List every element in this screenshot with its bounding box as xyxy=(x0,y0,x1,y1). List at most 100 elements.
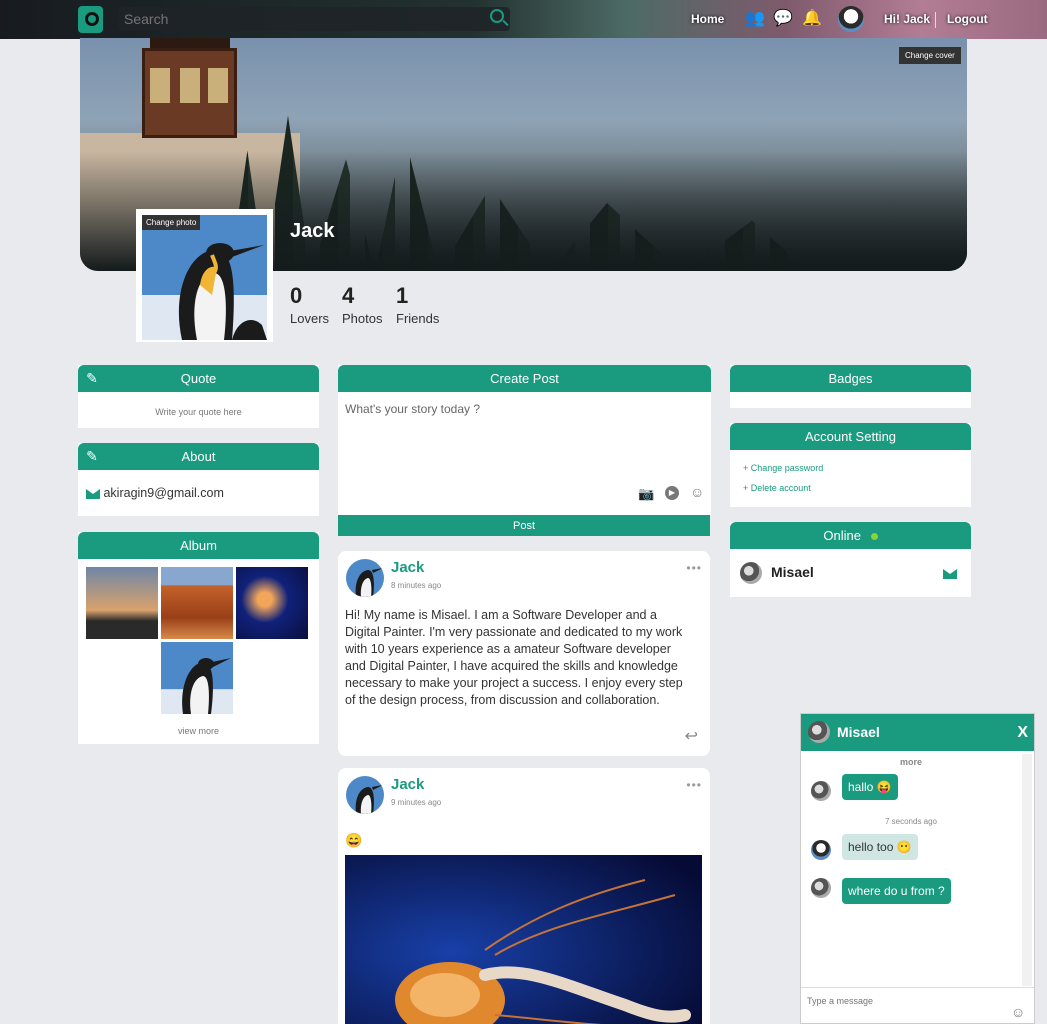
stat-number: 4 xyxy=(342,283,355,308)
album-view-more-link[interactable]: view more xyxy=(78,726,319,736)
chat-message-text: hello too xyxy=(848,840,894,854)
chat-window: Misael X more hallo 😝 7 seconds ago hell… xyxy=(800,713,1035,1024)
post-author-name[interactable]: Jack xyxy=(391,559,424,576)
edit-pencil-icon[interactable]: ✎ xyxy=(85,449,99,463)
chat-message-bubble: where do u from ? xyxy=(842,878,951,904)
video-play-icon[interactable]: ▶ xyxy=(665,486,679,500)
post-card: Jack 8 minutes ago ••• Hi! My name is Mi… xyxy=(338,551,710,756)
friends-icon[interactable]: 👥 xyxy=(745,10,765,28)
album-thumb-sunset[interactable] xyxy=(86,567,158,639)
online-title: Online xyxy=(823,528,861,543)
chat-message-emoji: 😝 xyxy=(876,780,892,794)
stat-number: 1 xyxy=(396,283,409,308)
chat-header: Misael X xyxy=(801,714,1034,751)
quote-placeholder[interactable]: Write your quote here xyxy=(78,407,319,417)
app-logo[interactable] xyxy=(78,6,103,33)
account-setting-title: Account Setting xyxy=(804,429,897,444)
quote-title: Quote xyxy=(180,371,217,386)
mail-icon[interactable] xyxy=(943,569,957,579)
album-title: Album xyxy=(180,538,217,553)
delete-account-link[interactable]: + Delete account xyxy=(743,483,811,493)
chat-emoji-icon[interactable]: ☺ xyxy=(1011,1004,1025,1020)
album-thumb-jellyfish[interactable] xyxy=(236,567,308,639)
quote-card: ✎ Quote Write your quote here xyxy=(78,365,319,428)
chat-more-link[interactable]: more xyxy=(801,757,1021,767)
chat-message-bubble: hello too 😶 xyxy=(842,834,918,860)
album-header: Album xyxy=(78,532,319,559)
nav-divider xyxy=(935,12,936,28)
chat-scrollbar[interactable] xyxy=(1022,754,1032,986)
chat-message-text: where do u from ? xyxy=(848,884,945,898)
stat-friends[interactable]: 1 Friends xyxy=(396,283,439,326)
post-timestamp: 8 minutes ago xyxy=(391,581,442,590)
chat-message-avatar xyxy=(811,878,831,898)
create-post-title: Create Post xyxy=(490,371,559,386)
post-author-avatar[interactable] xyxy=(346,559,384,597)
about-email: akiragin9@gmail.com xyxy=(103,486,224,500)
album-thumb-canyon[interactable] xyxy=(161,567,233,639)
search-input[interactable] xyxy=(118,7,510,31)
stat-label: Lovers xyxy=(290,311,330,326)
online-status-dot xyxy=(870,533,878,540)
change-photo-button[interactable]: Change photo xyxy=(142,215,201,230)
about-header: ✎ About xyxy=(78,443,319,470)
chat-divider xyxy=(801,987,1034,988)
post-submit-button[interactable]: Post xyxy=(338,515,710,536)
greeting-text: Hi! Jack xyxy=(884,12,931,26)
about-email-row: akiragin9@gmail.com xyxy=(78,470,319,500)
post-textarea[interactable]: What's your story today ? xyxy=(338,392,711,426)
post-options-icon[interactable]: ••• xyxy=(686,778,702,792)
album-thumb-penguin[interactable] xyxy=(161,642,233,714)
chat-message-text: hallo xyxy=(848,780,874,794)
top-navbar: Home 👥 💬 🔔 Hi! Jack Logout xyxy=(0,0,1047,39)
post-author-avatar[interactable] xyxy=(346,776,384,814)
online-card: Online Misael xyxy=(730,522,971,597)
post-options-icon[interactable]: ••• xyxy=(686,561,702,575)
camera-icon[interactable]: 📷 xyxy=(638,486,654,502)
stat-label: Photos xyxy=(342,311,383,326)
chat-close-button[interactable]: X xyxy=(1017,714,1028,751)
online-user-name[interactable]: Misael xyxy=(771,564,814,580)
account-setting-card: Account Setting + Change password + Dele… xyxy=(730,423,971,507)
post-card: Jack 9 minutes ago ••• 😄 xyxy=(338,768,710,1024)
search-icon[interactable] xyxy=(490,9,504,23)
emoji-picker-icon[interactable]: ☺ xyxy=(690,484,704,500)
chat-avatar xyxy=(808,721,830,743)
profile-photo[interactable] xyxy=(142,215,267,340)
change-cover-button[interactable]: Change cover xyxy=(899,47,961,64)
chat-message-emoji: 😶 xyxy=(896,840,912,854)
reply-icon[interactable]: ↩ xyxy=(685,726,698,746)
post-image-jellyfish[interactable] xyxy=(345,855,702,1024)
stat-photos[interactable]: 4 Photos xyxy=(342,283,382,326)
create-post-header: Create Post xyxy=(338,365,711,392)
chat-message-avatar xyxy=(811,840,831,860)
post-author-name[interactable]: Jack xyxy=(391,776,424,793)
stat-label: Friends xyxy=(396,311,440,326)
album-card: Album view more xyxy=(78,532,319,744)
profile-name: Jack xyxy=(290,220,335,242)
badges-card: Badges xyxy=(730,365,971,408)
post-emoji: 😄 xyxy=(345,832,363,848)
about-title: About xyxy=(181,449,216,464)
stat-lovers[interactable]: 0 Lovers xyxy=(290,283,329,326)
quote-header: ✎ Quote xyxy=(78,365,319,392)
notifications-bell-icon[interactable]: 🔔 xyxy=(802,10,822,28)
user-avatar[interactable] xyxy=(838,6,864,32)
badges-title: Badges xyxy=(828,371,873,386)
account-setting-header: Account Setting xyxy=(730,423,971,450)
edit-pencil-icon[interactable]: ✎ xyxy=(85,371,99,385)
chat-title: Misael xyxy=(837,724,880,740)
post-timestamp: 9 minutes ago xyxy=(391,798,442,807)
chat-timestamp: 7 seconds ago xyxy=(884,817,938,826)
online-user-avatar[interactable] xyxy=(740,562,762,584)
chat-message-input[interactable] xyxy=(807,992,997,1010)
chat-message-bubble: hallo 😝 xyxy=(842,774,898,800)
chat-message-avatar xyxy=(811,781,831,801)
nav-home-link[interactable]: Home xyxy=(691,12,724,26)
messages-icon[interactable]: 💬 xyxy=(773,10,793,28)
stat-number: 0 xyxy=(290,283,303,308)
post-text: Hi! My name is Misael. I am a Software D… xyxy=(345,608,683,707)
about-card: ✎ About akiragin9@gmail.com xyxy=(78,443,319,516)
logout-link[interactable]: Logout xyxy=(947,12,988,26)
change-password-link[interactable]: + Change password xyxy=(743,463,823,473)
